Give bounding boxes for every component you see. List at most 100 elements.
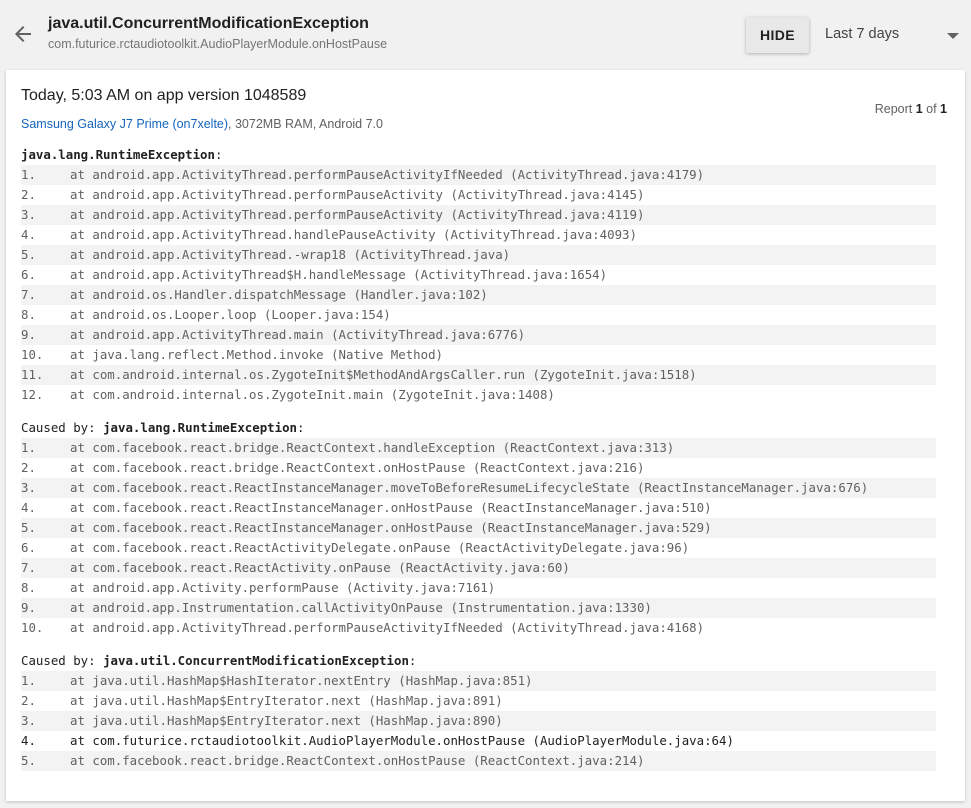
exception-header: java.lang.RuntimeException: [21,147,223,162]
stack-trace-1: java.lang.RuntimeException: 1. at android… [21,145,936,405]
date-range-select[interactable]: Last 7 days [824,20,962,50]
frame-number: 2. [21,460,36,475]
frame-text: at android.app.Activity.performPause (Ac… [70,580,496,595]
frame-number: 9. [21,327,36,342]
frame-text: at android.os.Looper.loop (Looper.java:1… [70,307,391,322]
frame-text: at android.app.ActivityThread.-wrap18 (A… [70,247,511,262]
frame-number: 3. [21,713,36,728]
frame-text: at com.facebook.react.ReactInstanceManag… [70,480,869,495]
frame-text: at java.lang.reflect.Method.invoke (Nati… [70,347,443,362]
frame-number: 5. [21,520,36,535]
frame-number: 1. [21,440,36,455]
frame-number: 8. [21,307,36,322]
device-link[interactable]: Samsung Galaxy J7 Prime (on7xelte) [21,117,228,131]
stack-frame-row: 6. at android.app.ActivityThread$H.handle… [21,265,936,285]
exception-header: Caused by: java.util.ConcurrentModificat… [21,653,417,668]
stack-frame-row: 1. at com.facebook.react.bridge.ReactCont… [21,438,936,458]
frame-number: 3. [21,207,36,222]
frame-text: at android.app.ActivityThread.performPau… [70,167,705,182]
frame-number: 12. [21,387,44,402]
stack-frame-row: 7. at com.facebook.react.ReactActivity.on… [21,558,936,578]
stack-frame-row: 4. at android.app.ActivityThread.handlePa… [21,225,936,245]
stack-frame-row: 10. at java.lang.reflect.Method.invoke (N… [21,345,936,365]
date-range-value: Last 7 days [825,26,900,42]
frame-text: at java.util.HashMap$HashIterator.nextEn… [70,673,533,688]
frame-number: 6. [21,267,36,282]
stack-frame-row: 1. at java.util.HashMap$HashIterator.next… [21,671,936,691]
stack-frame-row: 7. at android.os.Handler.dispatchMessage … [21,285,936,305]
frame-number: 4. [21,733,36,748]
frame-text: at android.app.ActivityThread$H.handleMe… [70,267,608,282]
stack-trace-2: Caused by: java.lang.RuntimeException: 1… [21,418,936,638]
stack-frame-row: 4. at com.futurice.rctaudiotoolkit.AudioP… [21,731,936,751]
frame-list: 1. at com.facebook.react.bridge.ReactCont… [21,438,936,638]
frame-number: 8. [21,580,36,595]
stack-frame-row: 2. at com.facebook.react.bridge.ReactCont… [21,458,936,478]
frame-text: at com.facebook.react.ReactInstanceManag… [70,520,712,535]
frame-number: 4. [21,500,36,515]
frame-text: at android.app.ActivityThread.performPau… [70,620,705,635]
stack-frame-row: 5. at android.app.ActivityThread.-wrap18 … [21,245,936,265]
stack-frame-row: 2. at java.util.HashMap$EntryIterator.nex… [21,691,936,711]
frame-number: 6. [21,540,36,555]
stack-frame-row: 1. at android.app.ActivityThread.performP… [21,165,936,185]
stack-frame-row: 5. at com.facebook.react.ReactInstanceMan… [21,518,936,538]
frame-number: 7. [21,287,36,302]
stack-frame-row: 6. at com.facebook.react.ReactActivityDel… [21,538,936,558]
frame-number: 5. [21,247,36,262]
frame-number: 4. [21,227,36,242]
device-specs: , 3072MB RAM, Android 7.0 [228,117,383,131]
frame-text: at com.facebook.react.ReactActivityDeleg… [70,540,690,555]
page-subtitle: com.futurice.rctaudiotoolkit.AudioPlayer… [48,37,388,51]
frame-list: 1. at android.app.ActivityThread.performP… [21,165,936,405]
frame-text: at android.app.ActivityThread.main (Acti… [70,327,526,342]
stack-frame-row: 11. at com.android.internal.os.ZygoteInit… [21,365,936,385]
stack-frame-row: 10. at android.app.ActivityThread.perform… [21,618,936,638]
page-title: java.util.ConcurrentModificationExceptio… [48,15,369,32]
frame-text: at com.facebook.react.ReactActivity.onPa… [70,560,570,575]
stack-frame-row: 3. at com.facebook.react.ReactInstanceMan… [21,478,936,498]
crash-report-card: Today, 5:03 AM on app version 1048589 Sa… [6,70,965,801]
stack-frame-row: 4. at com.facebook.react.ReactInstanceMan… [21,498,936,518]
frame-number: 3. [21,480,36,495]
frame-number: 2. [21,187,36,202]
frame-text: at com.facebook.react.bridge.ReactContex… [70,753,645,768]
frame-number: 1. [21,673,36,688]
stack-frame-row: 5. at com.facebook.react.bridge.ReactCont… [21,751,936,771]
frame-text: at android.os.Handler.dispatchMessage (H… [70,287,488,302]
frame-text: at android.app.ActivityThread.handlePaus… [70,227,637,242]
frame-text: at android.app.ActivityThread.performPau… [70,207,645,222]
stack-frame-row: 3. at android.app.ActivityThread.performP… [21,205,936,225]
stack-frame-row: 9. at android.app.Instrumentation.callAct… [21,598,936,618]
frame-number: 7. [21,560,36,575]
frame-text: at java.util.HashMap$EntryIterator.next … [70,693,503,708]
frame-number: 2. [21,693,36,708]
stack-frame-row: 12. at com.android.internal.os.ZygoteInit… [21,385,936,405]
stack-frame-row: 9. at android.app.ActivityThread.main (Ac… [21,325,936,345]
frame-text: at com.android.internal.os.ZygoteInit$Me… [70,367,697,382]
stack-frame-row: 2. at android.app.ActivityThread.performP… [21,185,936,205]
report-heading: Today, 5:03 AM on app version 1048589 [21,87,307,104]
frame-number: 1. [21,167,36,182]
frame-text: at com.facebook.react.bridge.ReactContex… [70,440,675,455]
frame-list: 1. at java.util.HashMap$HashIterator.next… [21,671,936,771]
frame-text: at com.facebook.react.bridge.ReactContex… [70,460,645,475]
frame-text: at android.app.Instrumentation.callActiv… [70,600,652,615]
stack-trace-3: Caused by: java.util.ConcurrentModificat… [21,651,936,771]
frame-text: at com.facebook.react.ReactInstanceManag… [70,500,712,515]
frame-number: 11. [21,367,44,382]
frame-number: 9. [21,600,36,615]
dropdown-caret-icon [947,33,959,39]
back-arrow-icon[interactable] [11,22,35,46]
top-bar: java.util.ConcurrentModificationExceptio… [0,0,971,68]
stack-frame-row: 8. at android.app.Activity.performPause (… [21,578,936,598]
hide-button[interactable]: HIDE [746,17,809,53]
frame-number: 10. [21,620,44,635]
report-current: 1 [915,102,923,116]
frame-text: at com.futurice.rctaudiotoolkit.AudioPla… [70,733,734,748]
stack-frame-row: 3. at java.util.HashMap$EntryIterator.nex… [21,711,936,731]
exception-header: Caused by: java.lang.RuntimeException: [21,420,305,435]
stack-frame-row: 8. at android.os.Looper.loop (Looper.java… [21,305,936,325]
report-counter: Report 1 of 1 [874,102,947,116]
frame-text: at android.app.ActivityThread.performPau… [70,187,645,202]
